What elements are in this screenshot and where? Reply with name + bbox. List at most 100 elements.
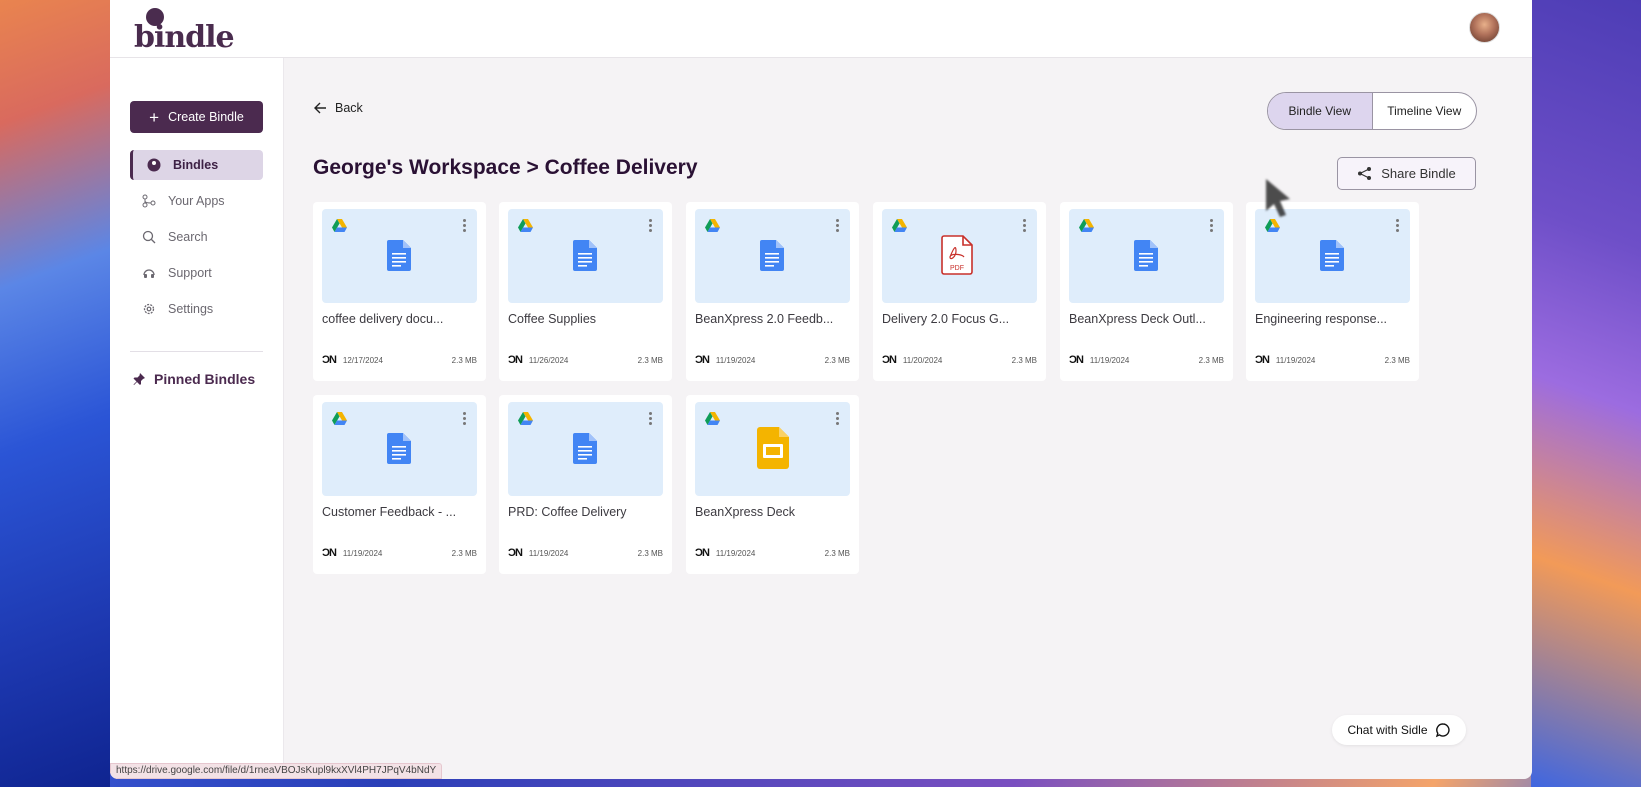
file-thumbnail[interactable]: [695, 209, 850, 303]
file-card[interactable]: BeanXpress Deck Outl... ƆN 11/19/2024 2.3 M…: [1060, 202, 1233, 381]
file-meta: ƆN 11/19/2024 2.3 MB: [695, 354, 850, 366]
owner-badge: ƆN: [695, 354, 710, 366]
file-size: 2.3 MB: [637, 355, 663, 365]
back-button[interactable]: Back: [314, 101, 363, 115]
file-thumbnail[interactable]: [508, 402, 663, 496]
google-docs-icon: [573, 240, 597, 271]
share-bindle-button[interactable]: Share Bindle: [1337, 157, 1476, 190]
file-meta: ƆN 11/26/2024 2.3 MB: [508, 354, 663, 366]
file-meta: ƆN 11/19/2024 2.3 MB: [508, 547, 663, 559]
plus-icon: +: [149, 107, 160, 127]
file-card[interactable]: PDF Delivery 2.0 Focus G... ƆN 11/20/2024 2.…: [873, 202, 1046, 381]
file-name[interactable]: Delivery 2.0 Focus G...: [882, 312, 1037, 326]
file-name[interactable]: PRD: Coffee Delivery: [508, 505, 663, 519]
file-thumbnail[interactable]: [322, 209, 477, 303]
file-name[interactable]: BeanXpress Deck Outl...: [1069, 312, 1224, 326]
file-name[interactable]: Coffee Supplies: [508, 312, 663, 326]
more-options-icon[interactable]: [649, 219, 653, 234]
pinned-bindles-heading[interactable]: Pinned Bindles: [132, 371, 255, 387]
sidebar-divider: [130, 351, 263, 352]
file-card[interactable]: BeanXpress Deck ƆN 11/19/2024 2.3 MB: [686, 395, 859, 574]
bindle-globe-icon: [147, 158, 161, 172]
sidebar-item-support[interactable]: Support: [130, 258, 263, 288]
svg-text:PDF: PDF: [950, 265, 964, 272]
file-thumbnail[interactable]: [695, 402, 850, 496]
chat-bubble-icon: [1435, 723, 1450, 738]
google-drive-icon: [518, 412, 533, 425]
file-date: 11/19/2024: [1089, 355, 1130, 365]
google-docs-icon: [760, 240, 784, 271]
share-icon: [1358, 167, 1372, 180]
chat-with-sidle-button[interactable]: Chat with Sidle: [1332, 715, 1466, 745]
file-thumbnail[interactable]: [322, 402, 477, 496]
tab-bindle-view[interactable]: Bindle View: [1268, 93, 1373, 129]
google-drive-icon: [705, 219, 720, 232]
file-name[interactable]: BeanXpress 2.0 Feedb...: [695, 312, 850, 326]
more-options-icon[interactable]: [1023, 219, 1027, 234]
gear-icon: [143, 303, 155, 315]
create-bindle-button[interactable]: + Create Bindle: [130, 101, 263, 133]
file-meta: ƆN 12/17/2024 2.3 MB: [322, 354, 477, 366]
support-icon: [143, 269, 155, 278]
file-date: 11/20/2024: [902, 355, 943, 365]
google-docs-icon: [1134, 240, 1158, 271]
file-size: 2.3 MB: [1384, 355, 1410, 365]
file-thumbnail[interactable]: [508, 209, 663, 303]
file-date: 11/19/2024: [528, 548, 569, 558]
sidebar-item-your-apps[interactable]: Your Apps: [130, 186, 263, 216]
file-name[interactable]: BeanXpress Deck: [695, 505, 850, 519]
main-content: Back Bindle View Timeline View George's …: [284, 58, 1532, 779]
google-drive-icon: [1079, 219, 1094, 232]
file-meta: ƆN 11/19/2024 2.3 MB: [1255, 354, 1410, 366]
file-card[interactable]: coffee delivery docu... ƆN 12/17/2024 2.3 M…: [313, 202, 486, 381]
owner-badge: ƆN: [1069, 354, 1084, 366]
file-thumbnail[interactable]: [1069, 209, 1224, 303]
more-options-icon[interactable]: [463, 219, 467, 234]
user-avatar[interactable]: [1469, 12, 1500, 43]
google-drive-icon: [518, 219, 533, 232]
tab-timeline-view[interactable]: Timeline View: [1373, 93, 1477, 129]
more-options-icon[interactable]: [463, 412, 467, 427]
file-meta: ƆN 11/19/2024 2.3 MB: [322, 547, 477, 559]
back-label: Back: [335, 101, 363, 115]
file-date: 11/19/2024: [342, 548, 383, 558]
file-card[interactable]: Engineering response... ƆN 11/19/2024 2.3 M…: [1246, 202, 1419, 381]
file-card[interactable]: Customer Feedback - ... ƆN 11/19/2024 2.3 M…: [313, 395, 486, 574]
file-card[interactable]: BeanXpress 2.0 Feedb... ƆN 11/19/2024 2.3 M…: [686, 202, 859, 381]
bindle-logo[interactable]: bindle: [134, 8, 235, 55]
google-drive-icon: [892, 219, 907, 232]
more-options-icon[interactable]: [1210, 219, 1214, 234]
app-window: bindle + Create Bindle Bindles Your Apps…: [110, 0, 1532, 779]
file-date: 11/26/2024: [528, 355, 569, 365]
pin-icon: [133, 373, 145, 385]
file-name[interactable]: coffee delivery docu...: [322, 312, 477, 326]
sidebar-item-settings[interactable]: Settings: [130, 294, 263, 324]
desktop-wallpaper-left: [0, 0, 110, 787]
chat-label: Chat with Sidle: [1347, 723, 1428, 737]
file-size: 2.3 MB: [1011, 355, 1037, 365]
search-icon: [142, 230, 156, 244]
file-name[interactable]: Engineering response...: [1255, 312, 1410, 326]
file-name[interactable]: Customer Feedback - ...: [322, 505, 477, 519]
more-options-icon[interactable]: [836, 412, 840, 427]
owner-badge: ƆN: [508, 354, 523, 366]
file-date: 11/19/2024: [1275, 355, 1316, 365]
file-card[interactable]: PRD: Coffee Delivery ƆN 11/19/2024 2.3 MB: [499, 395, 672, 574]
file-meta: ƆN 11/19/2024 2.3 MB: [695, 547, 850, 559]
more-options-icon[interactable]: [1396, 219, 1400, 234]
owner-badge: ƆN: [695, 547, 710, 559]
more-options-icon[interactable]: [836, 219, 840, 234]
status-bar-url: https://drive.google.com/file/d/1rneaVBO…: [110, 763, 443, 779]
sidebar-item-search[interactable]: Search: [130, 222, 263, 252]
arrow-left-icon: [314, 102, 326, 114]
file-card[interactable]: Coffee Supplies ƆN 11/26/2024 2.3 MB: [499, 202, 672, 381]
sidebar-item-bindles[interactable]: Bindles: [130, 150, 263, 180]
file-thumbnail[interactable]: PDF: [882, 209, 1037, 303]
file-thumbnail[interactable]: [1255, 209, 1410, 303]
google-docs-icon: [1320, 240, 1344, 271]
sidebar-item-label: Settings: [168, 302, 214, 316]
sidebar-item-label: Search: [168, 230, 208, 244]
more-options-icon[interactable]: [649, 412, 653, 427]
sidebar-item-label: Support: [168, 266, 212, 280]
create-bindle-label: Create Bindle: [168, 110, 244, 124]
